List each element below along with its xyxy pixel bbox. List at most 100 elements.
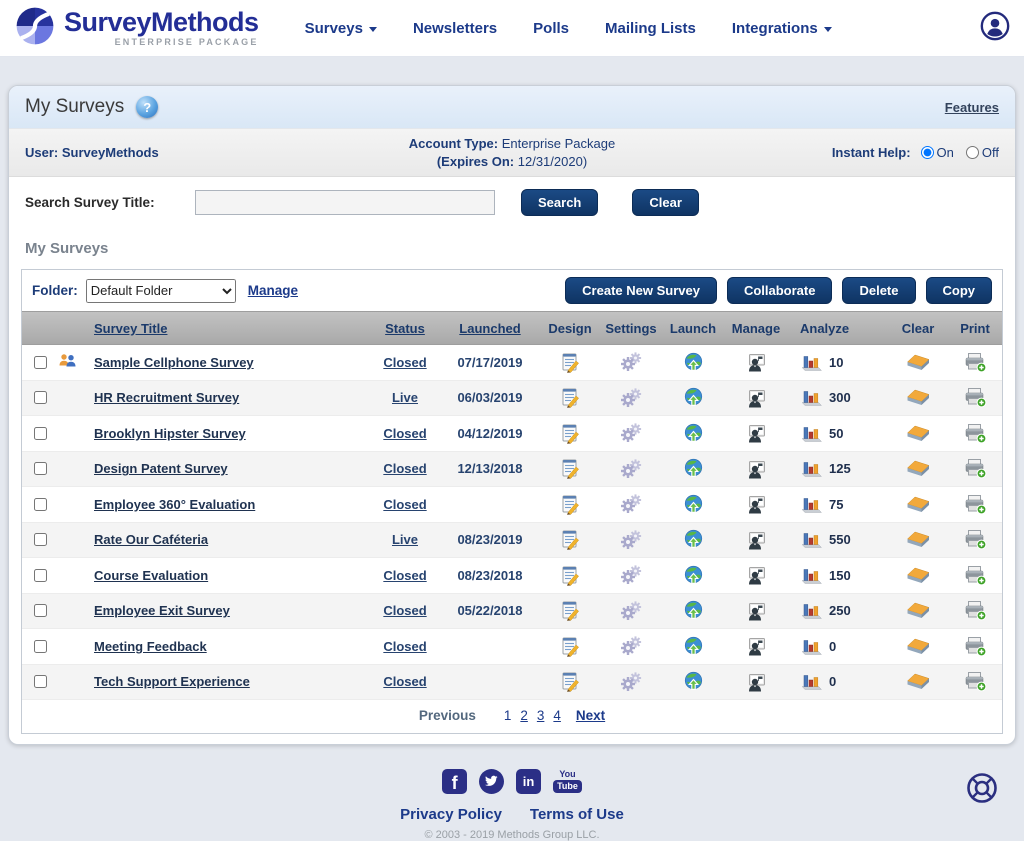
copy-button[interactable]: Copy [926,277,993,304]
terms-of-use-link[interactable]: Terms of Use [530,806,624,823]
clear-eraser-icon[interactable] [907,638,930,655]
settings-icon[interactable] [620,601,642,621]
header-launched[interactable]: Launched [440,321,540,336]
survey-title-link[interactable]: Course Evaluation [94,568,208,583]
youtube-icon[interactable]: You Tube [553,770,582,793]
survey-status-link[interactable]: Closed [383,674,426,689]
design-icon[interactable] [560,423,581,444]
pagination-page-1[interactable]: 1 [504,708,512,723]
instant-help-on-radio[interactable] [921,146,934,159]
launch-icon[interactable] [683,565,704,586]
instant-help-on-option[interactable]: On [921,145,954,160]
clear-eraser-icon[interactable] [907,531,930,548]
clear-eraser-icon[interactable] [907,496,930,513]
print-icon[interactable] [964,352,987,373]
manage-icon[interactable] [746,459,767,479]
row-checkbox[interactable] [34,356,47,369]
analyze-icon[interactable] [800,459,823,478]
settings-icon[interactable] [620,494,642,514]
launch-icon[interactable] [683,636,704,657]
survey-status-link[interactable]: Closed [383,603,426,618]
analyze-icon[interactable] [800,495,823,514]
delete-button[interactable]: Delete [842,277,915,304]
print-icon[interactable] [964,494,987,515]
manage-icon[interactable] [746,530,767,550]
pagination-page-2[interactable]: 2 [520,708,528,723]
manage-icon[interactable] [746,388,767,408]
survey-status-link[interactable]: Live [392,390,418,405]
analyze-icon[interactable] [800,353,823,372]
support-lifering-icon[interactable] [960,771,1004,812]
row-checkbox[interactable] [34,569,47,582]
row-checkbox[interactable] [34,391,47,404]
search-clear-button[interactable]: Clear [632,189,699,216]
manage-icon[interactable] [746,636,767,656]
manage-folders-link[interactable]: Manage [248,283,298,298]
folder-select[interactable]: Default Folder [86,279,236,303]
facebook-icon[interactable]: f [442,769,467,794]
launch-icon[interactable] [683,423,704,444]
clear-eraser-icon[interactable] [907,425,930,442]
nav-item-newsletters[interactable]: Newsletters [413,20,497,37]
settings-icon[interactable] [620,352,642,372]
design-icon[interactable] [560,600,581,621]
collaborate-button[interactable]: Collaborate [727,277,833,304]
pagination-page-4[interactable]: 4 [553,708,561,723]
nav-item-mailing-lists[interactable]: Mailing Lists [605,20,696,37]
design-icon[interactable] [560,494,581,515]
privacy-policy-link[interactable]: Privacy Policy [400,806,502,823]
instant-help-off-radio[interactable] [966,146,979,159]
row-checkbox[interactable] [34,604,47,617]
analyze-icon[interactable] [800,566,823,585]
settings-icon[interactable] [620,423,642,443]
search-input[interactable] [195,190,495,215]
print-icon[interactable] [964,565,987,586]
twitter-icon[interactable] [479,769,504,794]
survey-title-link[interactable]: Employee 360° Evaluation [94,497,255,512]
survey-status-link[interactable]: Closed [383,355,426,370]
design-icon[interactable] [560,565,581,586]
launch-icon[interactable] [683,529,704,550]
design-icon[interactable] [560,352,581,373]
print-icon[interactable] [964,458,987,479]
survey-title-link[interactable]: Tech Support Experience [94,674,250,689]
clear-eraser-icon[interactable] [907,673,930,690]
analyze-icon[interactable] [800,637,823,656]
survey-title-link[interactable]: Rate Our Caféteria [94,532,208,547]
analyze-icon[interactable] [800,424,823,443]
instant-help-off-option[interactable]: Off [966,145,999,160]
print-icon[interactable] [964,423,987,444]
design-icon[interactable] [560,387,581,408]
clear-eraser-icon[interactable] [907,460,930,477]
survey-title-link[interactable]: Design Patent Survey [94,461,228,476]
row-checkbox[interactable] [34,498,47,511]
launch-icon[interactable] [683,458,704,479]
row-checkbox[interactable] [34,533,47,546]
analyze-icon[interactable] [800,530,823,549]
settings-icon[interactable] [620,636,642,656]
survey-title-link[interactable]: HR Recruitment Survey [94,390,239,405]
design-icon[interactable] [560,529,581,550]
help-icon[interactable]: ? [136,96,158,118]
survey-title-link[interactable]: Brooklyn Hipster Survey [94,426,246,441]
row-checkbox[interactable] [34,640,47,653]
features-link[interactable]: Features [945,100,999,115]
create-new-survey-button[interactable]: Create New Survey [565,277,717,304]
pagination-next[interactable]: Next [576,708,605,723]
survey-status-link[interactable]: Closed [383,639,426,654]
settings-icon[interactable] [620,672,642,692]
survey-status-link[interactable]: Closed [383,568,426,583]
manage-icon[interactable] [746,423,767,443]
row-checkbox[interactable] [34,462,47,475]
print-icon[interactable] [964,529,987,550]
launch-icon[interactable] [683,600,704,621]
survey-status-link[interactable]: Live [392,532,418,547]
row-checkbox[interactable] [34,675,47,688]
pagination-previous[interactable]: Previous [419,708,476,723]
print-icon[interactable] [964,671,987,692]
nav-item-integrations[interactable]: Integrations [732,20,832,37]
manage-icon[interactable] [746,601,767,621]
design-icon[interactable] [560,458,581,479]
settings-icon[interactable] [620,459,642,479]
row-checkbox[interactable] [34,427,47,440]
